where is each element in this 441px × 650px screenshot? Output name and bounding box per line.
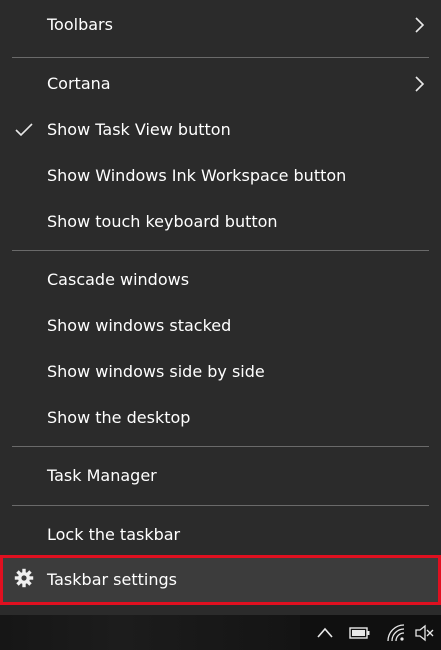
menu-separator: [12, 505, 429, 506]
menu-item-taskbar-settings[interactable]: Taskbar settings: [0, 555, 441, 605]
chevron-right-icon: [415, 17, 425, 33]
taskbar-apps-area[interactable]: [0, 615, 300, 650]
menu-item-windows-stacked[interactable]: Show windows stacked: [0, 303, 441, 349]
menu-separator: [12, 250, 429, 251]
menu-item-cortana[interactable]: Cortana: [0, 61, 441, 107]
menu-item-label: Show windows stacked: [47, 316, 232, 335]
menu-item-label: Cascade windows: [47, 270, 190, 289]
menu-item-label: Show Windows Ink Workspace button: [47, 166, 347, 185]
taskbar: [0, 615, 441, 650]
volume-muted-icon[interactable]: [414, 623, 434, 643]
menu-item-show-ink-workspace[interactable]: Show Windows Ink Workspace button: [0, 153, 441, 199]
menu-item-label: Show Task View button: [47, 120, 231, 139]
menu-item-label: Task Manager: [47, 466, 157, 485]
taskbar-context-menu: Toolbars Cortana Show Task View button S…: [0, 0, 441, 615]
menu-item-show-touch-keyboard[interactable]: Show touch keyboard button: [0, 199, 441, 245]
menu-item-cascade-windows[interactable]: Cascade windows: [0, 257, 441, 303]
menu-item-show-desktop[interactable]: Show the desktop: [0, 395, 441, 441]
menu-item-label: Show windows side by side: [47, 362, 265, 381]
menu-item-label: Show the desktop: [47, 408, 191, 427]
checkmark-icon: [15, 123, 33, 137]
menu-item-task-manager[interactable]: Task Manager: [0, 453, 441, 499]
menu-item-label: Cortana: [47, 74, 111, 93]
menu-separator: [12, 57, 429, 58]
chevron-up-icon[interactable]: [315, 623, 335, 643]
menu-item-label: Toolbars: [47, 15, 113, 34]
menu-separator: [12, 446, 429, 447]
battery-icon[interactable]: [349, 623, 371, 643]
wifi-icon[interactable]: [386, 623, 406, 643]
menu-item-lock-taskbar[interactable]: Lock the taskbar: [0, 512, 441, 558]
menu-item-label: Taskbar settings: [47, 570, 177, 589]
menu-item-show-task-view[interactable]: Show Task View button: [0, 107, 441, 153]
chevron-right-icon: [415, 76, 425, 92]
menu-item-label: Show touch keyboard button: [47, 212, 278, 231]
menu-item-windows-side-by-side[interactable]: Show windows side by side: [0, 349, 441, 395]
gear-icon: [14, 568, 34, 588]
menu-item-toolbars[interactable]: Toolbars: [0, 2, 441, 48]
menu-item-label: Lock the taskbar: [47, 525, 181, 544]
